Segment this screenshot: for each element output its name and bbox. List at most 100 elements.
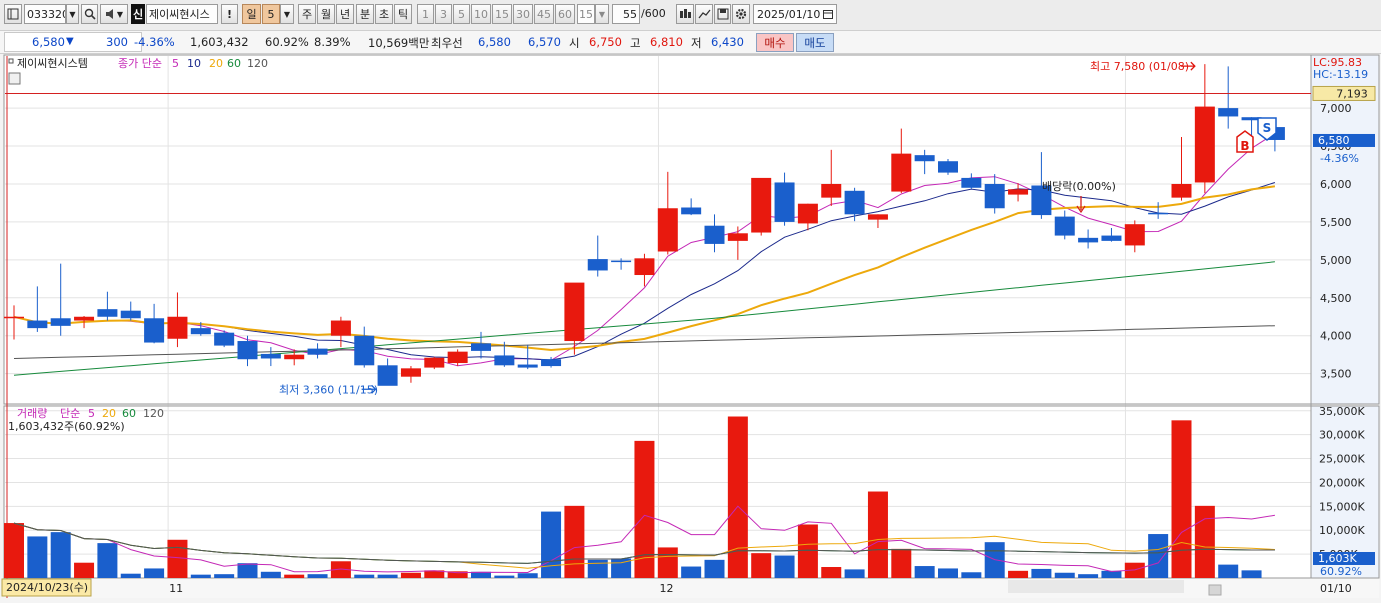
date-input[interactable]: 2025/01/10 <box>753 4 837 24</box>
cur-price-tag-text: 6,580 <box>1318 134 1350 147</box>
candle-body <box>727 233 748 241</box>
data-count-input[interactable]: 55 <box>612 4 640 24</box>
candle-body <box>260 353 281 359</box>
high-price: 6,810 <box>650 35 683 49</box>
cur-pct-tag-text: -4.36% <box>1320 152 1359 165</box>
stock-chart[interactable]: 7,0006,5006,0005,5005,0004,5004,0003,500… <box>0 54 1381 600</box>
interval-button-30[interactable]: 30 <box>513 4 533 24</box>
panel-collapse-icon[interactable] <box>8 72 21 85</box>
date-scrollbar[interactable] <box>1008 580 1184 593</box>
period-year-button[interactable]: 년 <box>336 4 354 24</box>
trade-amount: 10,569백만 <box>368 36 430 50</box>
search-button[interactable] <box>81 4 98 24</box>
low-label: 저 <box>691 36 702 50</box>
settings-button[interactable] <box>732 4 750 24</box>
volume-bar <box>214 574 235 578</box>
volume-bar <box>1194 505 1215 578</box>
best-quote-label: 최우선 <box>431 36 463 50</box>
interval-button-3[interactable]: 3 <box>435 4 452 24</box>
candle-body <box>541 359 562 367</box>
interval-button-45[interactable]: 45 <box>534 4 554 24</box>
candle-body <box>354 335 375 366</box>
chevron-down-icon: ▼ <box>598 9 606 19</box>
stock-code-input[interactable]: 033320 <box>24 4 66 24</box>
candle-body <box>564 282 585 342</box>
period-day-number[interactable]: 5 <box>262 4 280 24</box>
alert-button[interactable]: ! <box>221 4 238 24</box>
candle-body <box>914 155 935 162</box>
volume-bar <box>144 568 165 578</box>
candlestick-chart-svg[interactable]: 7,0006,5006,0005,5005,0004,5004,0003,500… <box>0 54 1381 600</box>
volume-bar <box>774 555 795 578</box>
period-minute-button[interactable]: 분 <box>356 4 374 24</box>
volume-axis-label: 15,000K <box>1319 500 1365 513</box>
period-day-dropdown[interactable]: ▼ <box>280 4 294 24</box>
interval-button-1[interactable]: 1 <box>417 4 434 24</box>
ma-10: 10 <box>187 57 201 70</box>
candle-body <box>284 354 305 360</box>
volume-bar <box>4 523 24 578</box>
interval-button-60[interactable]: 60 <box>555 4 575 24</box>
period-second-button[interactable]: 초 <box>375 4 393 24</box>
period-month-button[interactable]: 월 <box>317 4 335 24</box>
chevron-down-icon: ▼ <box>116 9 124 19</box>
interval-button-15[interactable]: 15 <box>492 4 512 24</box>
candle-body <box>120 310 141 319</box>
volume-bar <box>400 572 421 578</box>
period-tick-button[interactable]: 틱 <box>394 4 412 24</box>
draw-tool-button[interactable] <box>695 4 713 24</box>
sound-button[interactable]: ▼ <box>100 4 128 24</box>
interval-custom-input[interactable]: 15 <box>577 4 595 24</box>
chevron-down-icon: ▼ <box>69 9 76 19</box>
gear-icon <box>735 8 747 20</box>
dividend-note: 배당락(0.00%) <box>1042 180 1116 193</box>
scroll-thumb[interactable] <box>1208 584 1222 596</box>
candle-body <box>447 351 468 364</box>
volume-bar <box>704 559 725 578</box>
buy-button[interactable]: 매수 <box>756 33 794 52</box>
save-button[interactable] <box>714 4 731 24</box>
indicator-button[interactable] <box>676 4 694 24</box>
volume-ma-120: 120 <box>143 407 164 420</box>
volume-summary: 1,603,432주(60.92%) <box>8 420 125 433</box>
chart-settings-icon[interactable] <box>4 4 22 24</box>
candle-body <box>1124 224 1145 246</box>
volume-bar <box>260 571 281 578</box>
volume-axis-label: 10,000K <box>1319 524 1365 537</box>
x-axis-label: 01/10 <box>1320 582 1352 595</box>
interval-button-5[interactable]: 5 <box>453 4 470 24</box>
candle-body <box>634 258 655 276</box>
best-ask: 6,580 <box>478 35 511 49</box>
volume-bar <box>751 553 772 578</box>
open-label: 시 <box>569 36 580 50</box>
volume-panel <box>4 406 1311 578</box>
sell-button[interactable]: 매도 <box>796 33 834 52</box>
interval-custom-dropdown[interactable]: ▼ <box>595 4 609 24</box>
volume-bar <box>867 491 888 578</box>
sell-signal-label: S <box>1263 121 1272 135</box>
candle-body <box>517 364 538 368</box>
period-day-button[interactable]: 일 <box>242 4 261 24</box>
candle-body <box>1148 212 1169 215</box>
interval-button-10[interactable]: 10 <box>471 4 491 24</box>
volume-bar <box>307 574 328 578</box>
ma-120: 120 <box>247 57 268 70</box>
start-date-text: 2024/10/23(수) <box>6 581 88 594</box>
candle-body <box>307 348 328 355</box>
candle-body <box>891 153 912 192</box>
stock-name-field[interactable]: 제이씨현시스 <box>146 4 218 24</box>
buy-signal-marker[interactable]: B <box>1236 130 1254 153</box>
stock-code-dropdown[interactable]: ▼ <box>66 4 79 24</box>
period-week-button[interactable]: 주 <box>298 4 316 24</box>
candle-body <box>97 309 118 317</box>
ma-60: 60 <box>227 57 241 70</box>
price-change-pct: -4.36% <box>134 35 175 49</box>
candle-body <box>50 318 71 326</box>
candle-body <box>611 260 632 263</box>
candle-body <box>330 320 351 336</box>
volume-axis-label: 30,000K <box>1319 429 1365 442</box>
candle-body <box>797 203 818 224</box>
volume-bar <box>494 575 515 578</box>
candle-body <box>4 316 24 319</box>
save-icon <box>717 8 728 20</box>
